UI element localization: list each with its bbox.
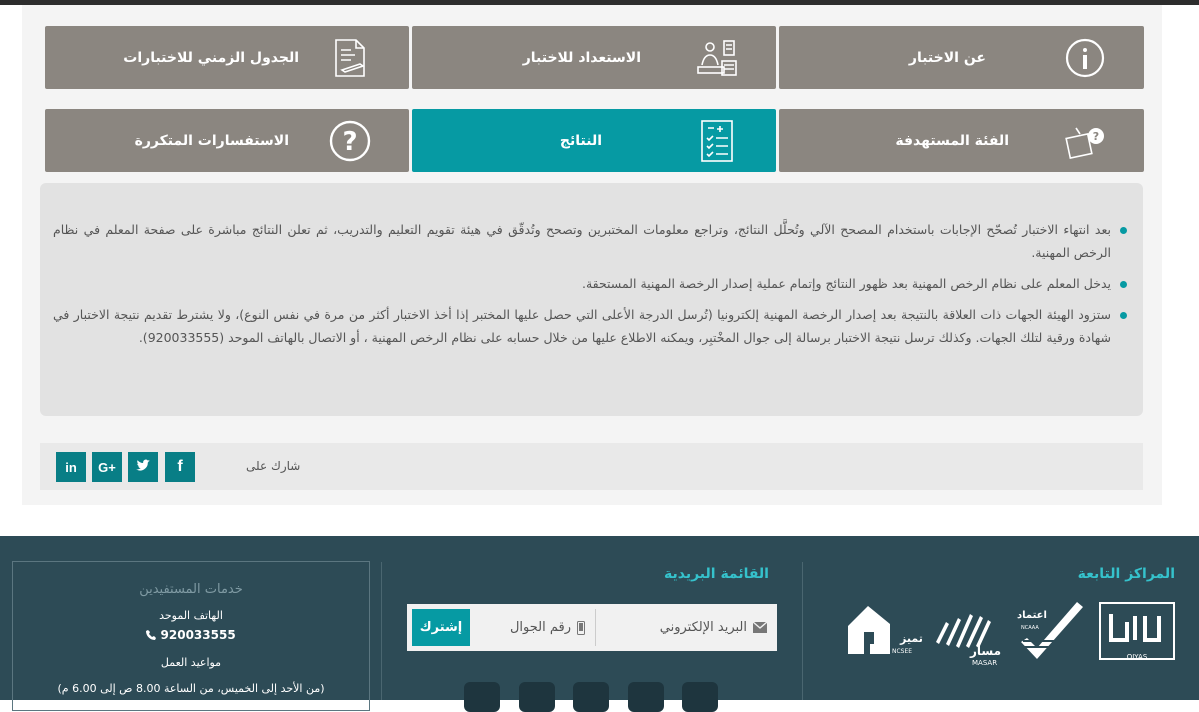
subscribe-button[interactable]: إشترك [412,609,470,646]
footer: المراكز التابعة القائمة البريدية QIYAS ا… [0,536,1199,712]
mailing-list-title: القائمة البريدية [664,566,769,582]
target-group-icon: ? [1062,118,1108,164]
phone-label: الهاتف الموحد [159,609,223,622]
results-info-box: بعد انتهاء الاختبار تُصحّح الإجابات باست… [40,183,1143,416]
masar-logo-subtext: MASAR [972,659,998,667]
bullet-icon [1120,312,1127,319]
email-placeholder: البريد الإلكتروني [659,620,747,635]
envelope-icon [753,622,767,633]
tile-label: الفئة المستهدفة [895,132,1009,149]
phone-icon [146,630,157,640]
tamayuz-logo-text: تميز [900,632,923,645]
svg-text:?: ? [342,127,357,157]
share-google-plus-button[interactable]: G+ [92,452,122,482]
share-twitter-button[interactable] [128,452,158,482]
list-item: ستزود الهيئة الجهات ذات العلاقة بالنتيجة… [53,303,1127,349]
email-field[interactable]: البريد الإلكتروني [595,609,775,646]
tile-label: الجدول الزمني للاختبارات [123,49,299,66]
share-bar: in G+ f شارك على [40,443,1143,490]
hours-label: مواعيد العمل [160,656,222,669]
tile-faq[interactable]: الاستفسارات المتكررة ? [45,109,409,172]
tile-target-group[interactable]: الفئة المستهدفة ? [779,109,1144,172]
facebook-icon[interactable] [682,682,718,712]
study-icon [694,35,740,81]
qiyas-logo[interactable]: QIYAS [1099,602,1175,661]
linkedin-icon: in [65,459,77,475]
footer-divider [802,562,803,700]
tile-label: الاستعداد للاختبار [522,49,641,66]
google-plus-icon: G+ [98,459,116,475]
tile-exam-schedule[interactable]: الجدول الزمني للاختبارات [45,26,409,89]
twitter-icon[interactable] [628,682,664,712]
results-list: بعد انتهاء الاختبار تُصحّح الإجابات باست… [53,218,1127,357]
affiliated-centers-title: المراكز التابعة [1077,566,1175,582]
share-linkedin-button[interactable]: in [56,452,86,482]
list-item: بعد انتهاء الاختبار تُصحّح الإجابات باست… [53,218,1127,264]
tile-about-exam[interactable]: عن الاختبار [779,26,1144,89]
info-icon [1062,35,1108,81]
results-checklist-icon [694,118,740,164]
svg-text:?: ? [1093,130,1099,143]
tamayuz-logo-subtext: NCSEE [892,648,913,655]
tamayuz-logo[interactable]: تميز NCSEE [846,604,924,666]
subscribe-form: إشترك البريد الإلكتروني رقم الجوال [407,604,777,651]
tile-label: عن الاختبار [908,49,986,66]
list-item: يدخل المعلم على نظام الرخص المهنية بعد ظ… [53,272,1127,295]
tile-label: النتائج [559,132,602,149]
youtube-icon[interactable] [573,682,609,712]
share-label: شارك على [246,459,301,473]
linkedin-icon[interactable] [519,682,555,712]
qiyas-logo-text: QIYAS [1126,653,1148,661]
etimad-logo[interactable]: اعتماد NCAAA [1013,594,1091,666]
mobile-field[interactable]: رقم الجوال [473,609,593,646]
services-title: خدمات المستفيدين [139,582,243,597]
beneficiary-services-box: خدمات المستفيدين الهاتف الموحد 920033555… [12,561,370,711]
bullet-icon [1120,227,1127,234]
masar-logo-text: مسار [970,644,1002,658]
etimad-logo-text: اعتماد [1017,610,1047,621]
masar-logo[interactable]: مسار MASAR [930,606,1010,668]
tile-exam-preparation[interactable]: الاستعداد للاختبار [412,26,776,89]
document-pen-icon [327,35,373,81]
phone-number: 920033555 [13,628,369,642]
footer-social-links [462,682,722,712]
bullet-icon [1120,281,1127,288]
footer-divider [381,562,382,700]
etimad-logo-subtext: NCAAA [1021,625,1039,631]
rss-icon[interactable] [464,682,500,712]
mobile-icon [577,620,585,635]
share-facebook-button[interactable]: f [165,452,195,482]
phone-placeholder: رقم الجوال [509,620,571,635]
facebook-icon: f [177,458,183,475]
working-hours: (من الأحد إلى الخميس، من الساعة 8.00 ص إ… [57,682,325,695]
tile-label: الاستفسارات المتكررة [134,132,289,149]
question-icon: ? [327,118,373,164]
twitter-icon [135,459,151,476]
tile-results[interactable]: النتائج [412,109,776,172]
